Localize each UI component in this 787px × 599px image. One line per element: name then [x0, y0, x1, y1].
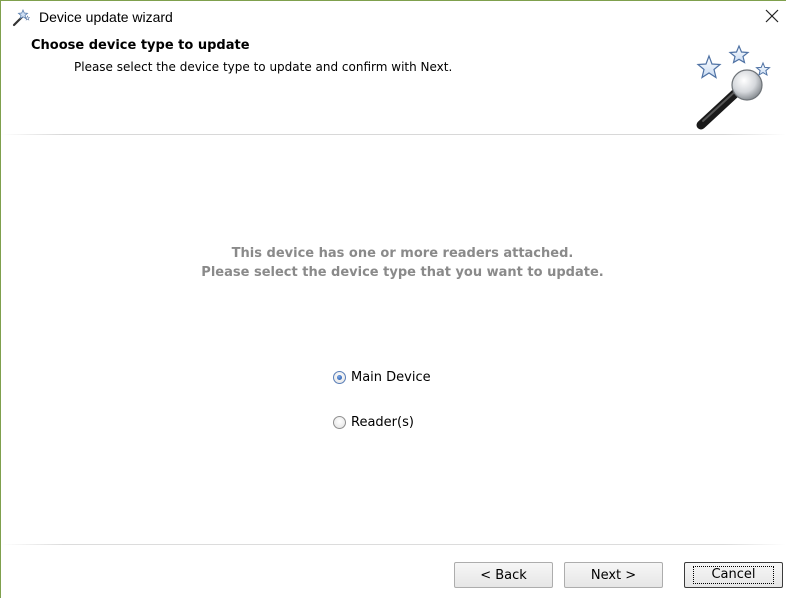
- next-button[interactable]: Next >: [564, 562, 663, 588]
- close-icon: [765, 9, 779, 23]
- close-button[interactable]: [758, 1, 786, 31]
- radio-button-checked[interactable]: [333, 370, 346, 384]
- wizard-window: Device update wizard Choose device type …: [0, 0, 786, 598]
- message-line-2: Please select the device type that you w…: [201, 265, 604, 280]
- magic-wand-stars-icon: [687, 43, 777, 133]
- page-title: Choose device type to update: [31, 38, 250, 53]
- radio-label-readers: Reader(s): [351, 414, 414, 430]
- radio-readers[interactable]: Reader(s): [333, 412, 414, 432]
- footer-separator: [1, 544, 786, 545]
- header-separator: [1, 134, 786, 135]
- page-subtitle: Please select the device type to update …: [74, 60, 453, 74]
- back-button[interactable]: < Back: [454, 562, 553, 588]
- magic-wand-icon: [12, 8, 31, 27]
- message-line-1: This device has one or more readers atta…: [231, 246, 574, 261]
- radio-main-device[interactable]: Main Device: [333, 367, 431, 387]
- title-bar: Device update wizard: [1, 1, 786, 31]
- radio-label-main-device: Main Device: [351, 369, 431, 385]
- window-title: Device update wizard: [39, 9, 173, 25]
- cancel-button[interactable]: Cancel: [684, 562, 783, 588]
- instruction-message: This device has one or more readers atta…: [1, 244, 786, 282]
- radio-button-unchecked[interactable]: [333, 415, 346, 429]
- cancel-button-label: Cancel: [693, 566, 774, 584]
